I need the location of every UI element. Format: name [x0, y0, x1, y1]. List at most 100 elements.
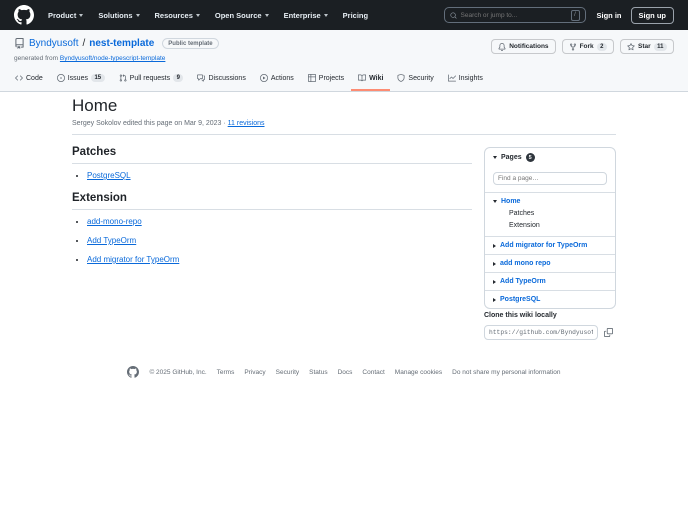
page-title: Home: [72, 96, 118, 115]
pages-count-badge: 5: [525, 153, 535, 162]
star-count: 11: [653, 42, 667, 51]
repo-header: Byndyusoft / nest-template Public templa…: [0, 30, 688, 92]
tree-item-add-migrator[interactable]: Add migrator for TypeOrm: [485, 236, 615, 254]
page-link-add-typeorm[interactable]: Add TypeOrm: [500, 278, 546, 285]
pull-requests-count: 9: [173, 74, 184, 82]
footer-link-status[interactable]: Status: [309, 369, 327, 376]
footer-link-manage-cookies[interactable]: Manage cookies: [395, 369, 442, 376]
sign-up-button[interactable]: Sign up: [630, 6, 674, 24]
tab-issues[interactable]: Issues 15: [50, 67, 112, 91]
tab-code[interactable]: Code: [8, 67, 50, 91]
tab-projects[interactable]: Projects: [301, 67, 351, 91]
sign-in-link[interactable]: Sign in: [597, 11, 622, 20]
github-logo-icon[interactable]: [14, 5, 34, 25]
menu-item-pricing[interactable]: Pricing: [343, 11, 368, 20]
toc-link-patches[interactable]: Patches: [509, 210, 607, 217]
toc-link-extension[interactable]: Extension: [509, 222, 607, 229]
wiki-link-add-migrator[interactable]: Add migrator for TypeOrm: [87, 255, 179, 264]
discussions-icon: [197, 74, 206, 82]
repo-tab-bar: Code Issues 15 Pull requests 9 Discussio…: [8, 67, 490, 91]
footer-link-security[interactable]: Security: [276, 369, 299, 376]
home-link[interactable]: Home: [501, 198, 520, 205]
issue-icon: [56, 74, 65, 82]
tree-item-add-typeorm[interactable]: Add TypeOrm: [485, 272, 615, 290]
graph-icon: [447, 74, 456, 82]
footer-link-terms[interactable]: Terms: [217, 369, 235, 376]
footer-link-docs[interactable]: Docs: [338, 369, 353, 376]
tab-insights[interactable]: Insights: [441, 67, 490, 91]
wiki-link-add-mono-repo[interactable]: add-mono-repo: [87, 217, 142, 226]
tab-label: Insights: [458, 74, 483, 82]
menu-item-resources[interactable]: Resources: [155, 11, 200, 20]
byline-text: Sergey Sokolov edited this page on Mar 9…: [72, 120, 226, 127]
tab-pull-requests[interactable]: Pull requests 9: [112, 67, 191, 91]
list-item: PostgreSQL: [87, 171, 472, 180]
footer-link-privacy[interactable]: Privacy: [244, 369, 265, 376]
collapse-caret-icon: [493, 156, 497, 159]
section-heading-patches: Patches: [72, 146, 472, 164]
wiki-book-icon: [358, 74, 367, 82]
menu-label: Solutions: [98, 10, 133, 20]
fork-icon: [569, 43, 576, 51]
revisions-link[interactable]: 11 revisions: [228, 120, 265, 127]
generated-from-line: generated from Byndyusoft/node-typescrip…: [14, 55, 165, 62]
tree-item-home[interactable]: Home: [485, 192, 615, 210]
tree-item-add-mono-repo[interactable]: add mono repo: [485, 254, 615, 272]
tab-discussions[interactable]: Discussions: [190, 67, 252, 91]
chevron-down-icon: [79, 13, 84, 17]
tab-wiki[interactable]: Wiki: [351, 67, 391, 91]
pages-header[interactable]: Pages 5: [485, 148, 615, 167]
page-link-postgresql[interactable]: PostgreSQL: [500, 296, 540, 303]
copy-url-button[interactable]: [601, 325, 616, 340]
copy-icon: [604, 328, 613, 337]
page-byline: Sergey Sokolov edited this page on Mar 9…: [72, 120, 265, 127]
tab-actions[interactable]: Actions: [253, 67, 301, 91]
wiki-link-postgresql[interactable]: PostgreSQL: [87, 171, 131, 180]
fork-button[interactable]: Fork 2: [561, 39, 614, 54]
page-link-add-migrator[interactable]: Add migrator for TypeOrm: [500, 242, 587, 249]
repo-name-link[interactable]: nest-template: [89, 38, 154, 49]
footer-link-do-not-share[interactable]: Do not share my personal information: [452, 369, 560, 376]
footer-link-contact[interactable]: Contact: [362, 369, 384, 376]
slash-key-hint: /: [570, 9, 580, 21]
clone-heading: Clone this wiki locally: [484, 312, 557, 319]
public-template-badge: Public template: [162, 38, 219, 49]
clone-url-input[interactable]: [484, 325, 598, 340]
projects-icon: [307, 74, 316, 82]
repo-owner-link[interactable]: Byndyusoft: [29, 38, 78, 49]
actions-icon: [259, 74, 268, 82]
menu-item-product[interactable]: Product: [48, 11, 84, 20]
fork-label: Fork: [579, 43, 594, 50]
menu-item-enterprise[interactable]: Enterprise: [284, 11, 328, 20]
tab-label: Pull requests: [129, 74, 171, 82]
tree-item-postgresql[interactable]: PostgreSQL: [485, 290, 615, 308]
find-page-input[interactable]: [493, 172, 607, 185]
page-link-add-mono-repo[interactable]: add mono repo: [500, 260, 551, 267]
wiki-link-add-typeorm[interactable]: Add TypeOrm: [87, 236, 136, 245]
pull-request-icon: [119, 74, 127, 82]
tab-label: Actions: [270, 74, 294, 82]
notifications-label: Notifications: [509, 43, 549, 50]
clone-row: [484, 325, 616, 340]
tab-label: Discussions: [208, 74, 246, 82]
star-label: Star: [638, 43, 651, 50]
github-footer-logo-icon: [127, 366, 140, 378]
search-input[interactable]: [460, 11, 567, 19]
star-button[interactable]: Star 11: [620, 39, 674, 54]
repo-title: Byndyusoft / nest-template Public templa…: [14, 38, 219, 49]
chevron-down-icon: [323, 13, 328, 17]
notifications-button[interactable]: Notifications: [491, 39, 556, 54]
menu-item-solutions[interactable]: Solutions: [98, 10, 140, 20]
top-navigation: Product Solutions Resources Open Source …: [0, 0, 688, 30]
menu-item-open-source[interactable]: Open Source: [215, 11, 269, 20]
repo-icon: [15, 38, 24, 49]
list-item: Add TypeOrm: [87, 236, 472, 245]
list-item: add-mono-repo: [87, 217, 472, 226]
global-search-box[interactable]: /: [443, 7, 586, 23]
tab-label: Issues: [67, 74, 88, 82]
tab-security[interactable]: Security: [390, 67, 440, 91]
section-heading-extension: Extension: [72, 192, 472, 210]
menu-label: Enterprise: [283, 10, 321, 20]
fork-count: 2: [596, 42, 607, 51]
generated-from-link[interactable]: Byndyusoft/node-typescript-template: [60, 55, 166, 62]
